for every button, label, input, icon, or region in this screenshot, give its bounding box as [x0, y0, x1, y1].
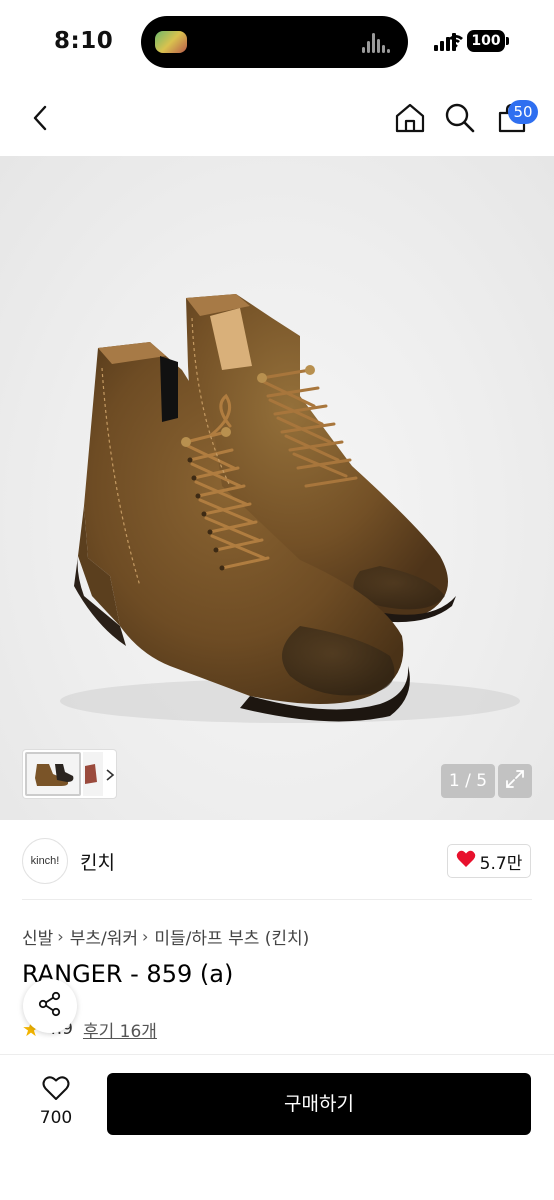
expand-icon: [504, 768, 526, 794]
thumbnail-chevron-right-icon[interactable]: [103, 750, 116, 798]
thumbnail-next[interactable]: [83, 752, 103, 796]
top-nav-bar: [0, 84, 554, 156]
brand-name[interactable]: 킨치: [80, 848, 115, 875]
home-icon: [394, 102, 426, 138]
dynamic-island: [141, 16, 408, 68]
status-bar: 8:10 100: [0, 0, 554, 84]
back-chevron-icon: [32, 104, 48, 136]
brand-like-button[interactable]: 5.7만: [447, 844, 531, 878]
share-button[interactable]: [23, 979, 77, 1033]
product-image-gallery[interactable]: 1 / 5: [0, 156, 554, 820]
share-icon: [37, 991, 63, 1021]
breadcrumb-item[interactable]: 부츠/워커: [70, 924, 138, 949]
wifi-icon: [448, 32, 464, 52]
brand-logo[interactable]: kinch!: [22, 838, 68, 884]
chevron-right-icon: ›: [57, 926, 64, 946]
review-count-link[interactable]: 후기 16개: [83, 1017, 157, 1042]
breadcrumb: 신발 › 부츠/워커 › 미들/하프 부츠 (킨치): [22, 924, 309, 949]
heart-filled-icon: [456, 850, 476, 872]
audio-wave-icon: [362, 31, 390, 53]
brand-row: kinch! 킨치 5.7만: [0, 820, 554, 900]
back-button[interactable]: [16, 84, 64, 156]
search-button[interactable]: [436, 84, 484, 156]
home-button[interactable]: [386, 84, 434, 156]
battery-indicator: 100: [467, 30, 509, 52]
expand-image-button[interactable]: [498, 764, 532, 798]
bottom-action-bar: 700 구매하기: [0, 1054, 554, 1200]
thumbnail-selected[interactable]: [25, 752, 81, 796]
status-time: 8:10: [54, 28, 114, 54]
heart-outline-icon: [42, 1075, 70, 1105]
image-page-indicator: 1 / 5: [441, 764, 495, 798]
thumbnail-strip[interactable]: [23, 750, 116, 798]
now-playing-thumbnail: [155, 31, 187, 53]
cart-count-badge: 50: [508, 100, 538, 124]
divider: [22, 899, 532, 900]
product-page: 8:10 100 50 1 / 5 kinch! 킨치 5.7만 신발 › 부츠…: [0, 0, 554, 1200]
breadcrumb-item[interactable]: 신발: [22, 924, 53, 949]
breadcrumb-item[interactable]: 미들/하프 부츠 (킨치): [154, 924, 309, 949]
wishlist-count: 700: [39, 1108, 73, 1128]
search-icon: [444, 102, 476, 138]
chevron-right-icon: ›: [141, 926, 149, 946]
wishlist-button[interactable]: 700: [22, 1075, 90, 1135]
buy-button[interactable]: 구매하기: [107, 1073, 531, 1135]
brand-like-count: 5.7만: [479, 853, 523, 874]
product-image: [60, 294, 520, 723]
